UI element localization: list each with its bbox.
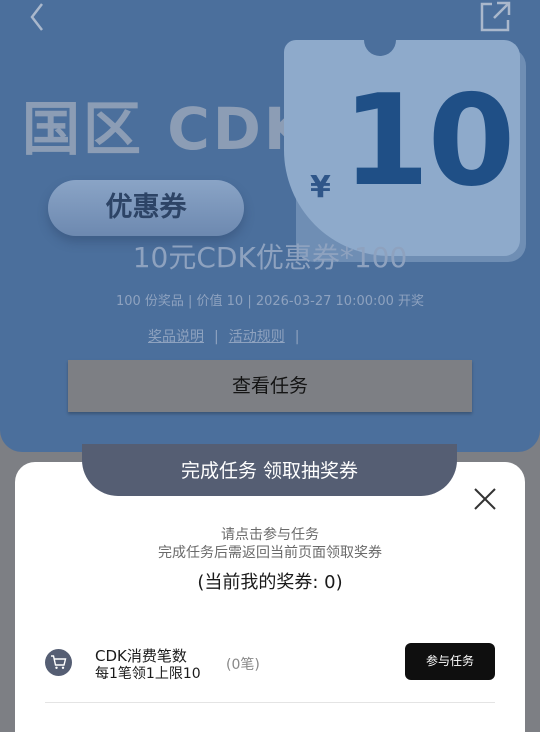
chevron-left-icon — [30, 3, 43, 31]
close-icon — [474, 488, 496, 510]
task-progress: (0笔) — [226, 657, 260, 673]
view-tasks-button[interactable]: 查看任务 — [68, 360, 472, 412]
task-divider — [45, 702, 495, 703]
task-hint: 请点击参与任务 — [221, 527, 319, 543]
ticket-value: 10 — [342, 67, 515, 214]
prize-name: 10元CDK优惠券*100 — [132, 241, 408, 274]
link-separator: | — [214, 329, 219, 345]
cart-icon — [45, 649, 72, 676]
link-separator: | — [294, 329, 300, 345]
coupon-badge: 优惠券 — [48, 180, 244, 236]
prize-hero: 国区 CDK 优惠券 ¥ 10 10元CDK优惠券*100 100 份奖品 | … — [0, 0, 540, 452]
rules-link[interactable]: 活动规则 — [229, 329, 285, 345]
task-sheet — [15, 462, 525, 732]
join-task-button[interactable]: 参与任务 — [405, 643, 495, 680]
share-icon — [480, 1, 511, 32]
prize-category-title: 国区 CDK — [22, 95, 312, 163]
task-subtitle: 每1笔领1上限10 — [95, 666, 201, 682]
prize-info-link[interactable]: 奖品说明 — [148, 329, 204, 345]
my-tickets-count: (当前我的奖券: 0) — [197, 572, 343, 593]
ticket-currency: ¥ — [310, 170, 331, 205]
prize-meta: 100 份奖品 | 价值 10 | 2026-03-27 10:00:00 开奖 — [115, 294, 425, 309]
prize-links: 奖品说明 | 活动规则 | — [148, 326, 309, 346]
task-sheet-header: 完成任务 领取抽奖券 — [82, 444, 457, 496]
task-hint-return: 完成任务后需返回当前页面领取奖券 — [158, 545, 382, 561]
